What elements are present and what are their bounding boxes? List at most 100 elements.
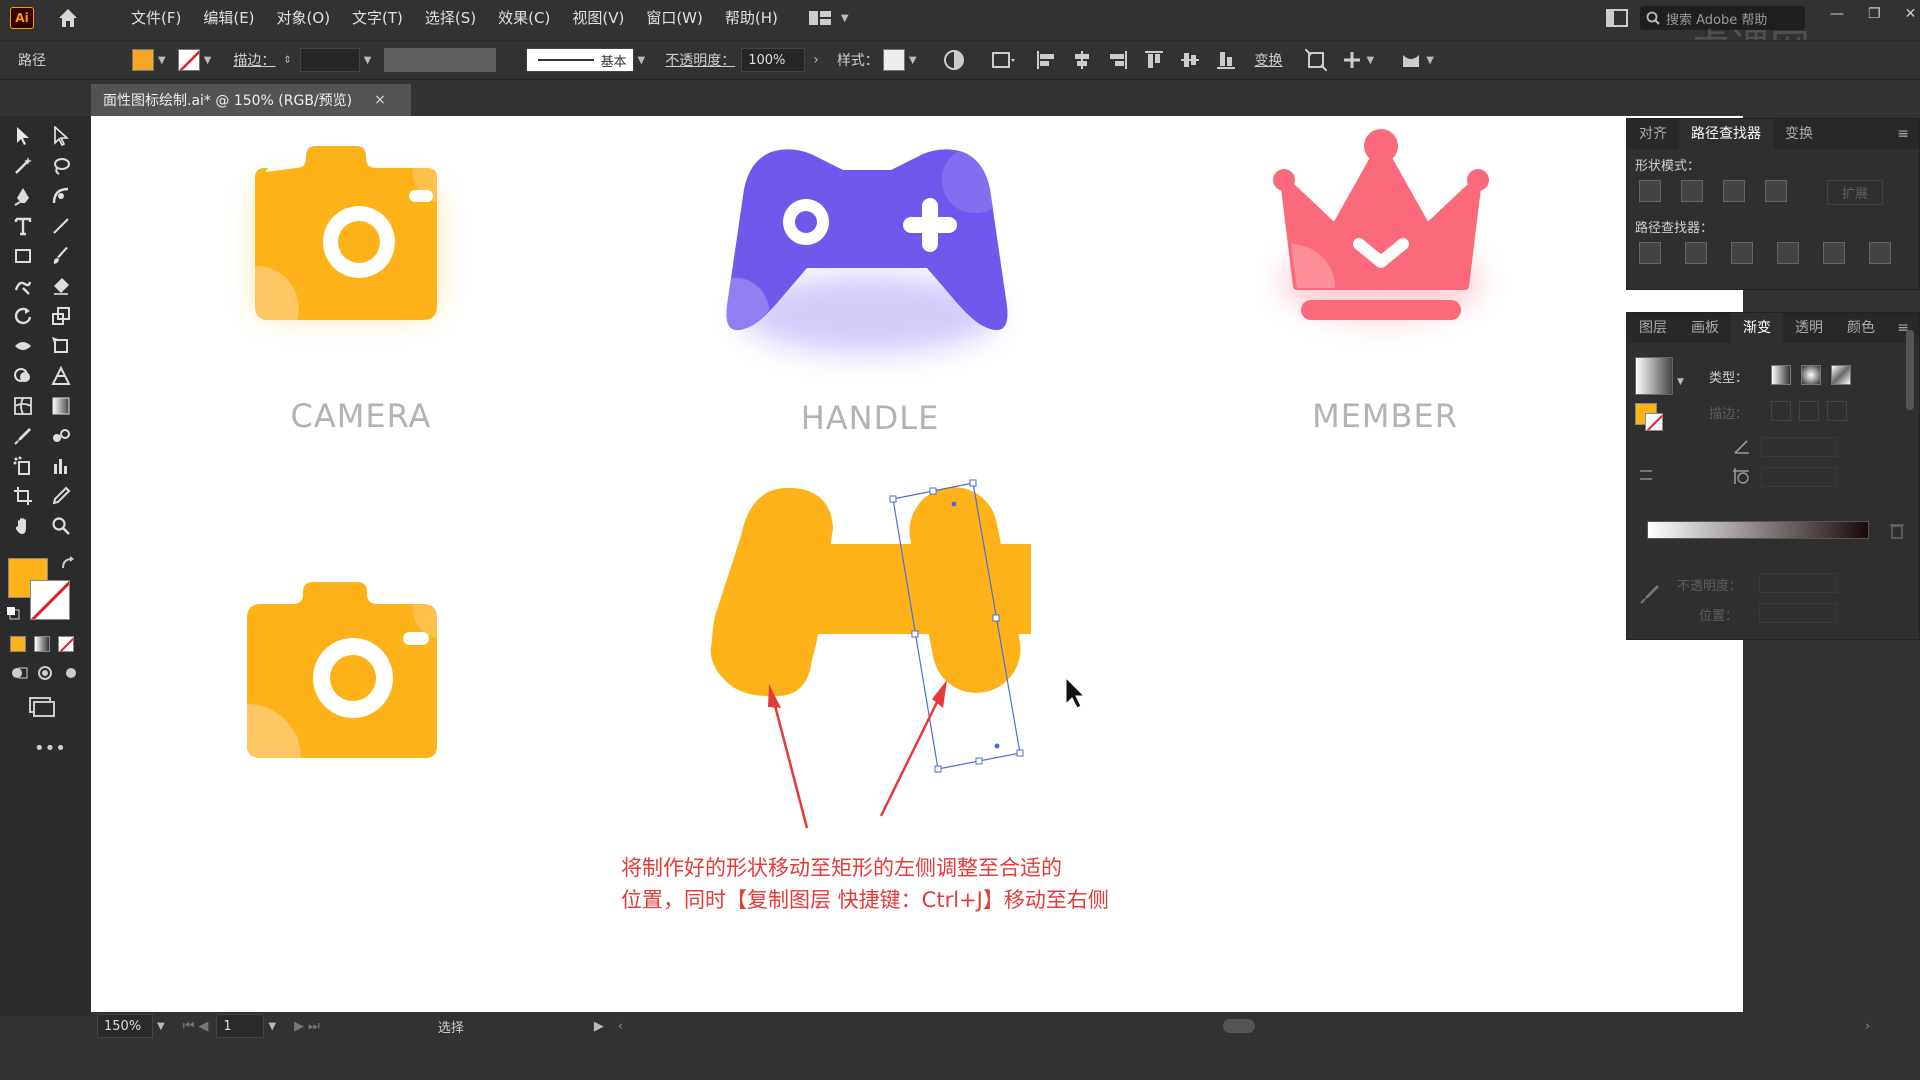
gamepad-construction[interactable] (710, 480, 1031, 701)
menu-type[interactable]: 文字(T) (341, 0, 414, 36)
panel-menu-icon[interactable]: ≡ (1897, 126, 1909, 142)
minus-front-icon[interactable] (1681, 180, 1703, 202)
stroke-color-swatch[interactable] (30, 580, 70, 620)
arrange-documents-icon[interactable] (1606, 9, 1628, 27)
symbol-sprayer-tool-icon[interactable] (8, 454, 38, 478)
linear-gradient-icon[interactable] (1771, 365, 1791, 385)
rectangle-tool-icon[interactable] (8, 244, 38, 268)
opacity-label[interactable]: 不透明度： (665, 50, 735, 70)
swap-fill-stroke-icon[interactable] (60, 556, 76, 572)
draw-behind-icon[interactable] (36, 664, 54, 682)
column-graph-tool-icon[interactable] (46, 454, 76, 478)
chevron-down-icon[interactable]: ▼ (157, 1021, 165, 1032)
align-top-icon[interactable] (1143, 49, 1165, 71)
magic-wand-tool-icon[interactable] (8, 154, 38, 178)
gradient-preview-swatch[interactable] (1635, 357, 1673, 395)
tab-layers[interactable]: 图层 (1627, 313, 1679, 343)
tab-artboards[interactable]: 画板 (1679, 313, 1731, 343)
selection-tool-icon[interactable] (8, 124, 38, 148)
intersect-icon[interactable] (1723, 180, 1745, 202)
gradient-slider[interactable] (1647, 521, 1869, 539)
variable-width-profile[interactable] (383, 48, 496, 72)
blend-tool-icon[interactable] (46, 424, 76, 448)
screen-mode-icon[interactable] (28, 696, 56, 718)
tab-transparency[interactable]: 透明 (1783, 313, 1835, 343)
close-window-icon[interactable]: ✕ (1905, 6, 1917, 22)
crop-icon[interactable] (1777, 242, 1799, 264)
artboard-tool-icon[interactable] (8, 484, 38, 508)
envelope-distort-icon[interactable] (1400, 49, 1422, 71)
chevron-down-icon[interactable]: ▼ (638, 55, 646, 66)
scroll-right-icon[interactable]: › (1865, 1019, 1870, 1034)
chevron-down-icon[interactable]: ▼ (1677, 377, 1684, 387)
scale-tool-icon[interactable] (46, 304, 76, 328)
status-menu-arrow-icon[interactable]: ▶ (594, 1019, 604, 1034)
menu-edit[interactable]: 编辑(E) (192, 0, 265, 36)
camera-icon-copy[interactable] (247, 582, 437, 758)
trim-icon[interactable] (1685, 242, 1707, 264)
chevron-down-icon[interactable]: ▼ (1367, 55, 1375, 66)
chevron-right-icon[interactable]: › (813, 52, 819, 68)
chevron-down-icon[interactable]: ▼ (909, 55, 917, 66)
draw-normal-icon[interactable] (10, 664, 28, 682)
stroke-across-icon[interactable] (1827, 401, 1847, 421)
zoom-level-input[interactable]: 150% (97, 1014, 153, 1038)
angle-input[interactable] (1761, 437, 1837, 457)
gradient-mode-icon[interactable] (34, 636, 50, 652)
minimize-icon[interactable]: — (1830, 6, 1844, 22)
align-left-icon[interactable] (1035, 49, 1057, 71)
isolate-icon[interactable] (1304, 49, 1327, 71)
unite-icon[interactable] (1639, 180, 1661, 202)
home-icon[interactable] (56, 6, 80, 30)
align-vertical-center-icon[interactable] (1179, 49, 1201, 71)
stroke-label[interactable]: 描边： (233, 50, 275, 70)
type-tool-icon[interactable] (8, 214, 38, 238)
gradient-stroke-swatch[interactable] (1645, 413, 1663, 431)
chevron-down-icon[interactable]: ▼ (364, 55, 372, 66)
fill-swatch[interactable] (132, 49, 154, 71)
shape-builder-tool-icon[interactable] (8, 364, 38, 388)
artboard-number-input[interactable]: 1 (216, 1014, 265, 1038)
workspace-switcher[interactable]: ▼ (808, 10, 849, 26)
brush-definition[interactable]: 基本 (525, 48, 634, 72)
stop-opacity-input[interactable] (1759, 573, 1837, 593)
reverse-gradient-icon[interactable] (1637, 465, 1657, 485)
divide-icon[interactable] (1639, 242, 1661, 264)
rotate-tool-icon[interactable] (8, 304, 38, 328)
align-bottom-icon[interactable] (1215, 49, 1237, 71)
eyedropper-tool-icon[interactable] (8, 424, 38, 448)
stroke-within-icon[interactable] (1771, 401, 1791, 421)
zoom-tool-icon[interactable] (46, 514, 76, 538)
line-segment-tool-icon[interactable] (46, 214, 76, 238)
horizontal-scroll-thumb[interactable] (1223, 1019, 1256, 1033)
minus-back-icon[interactable] (1869, 242, 1891, 264)
delete-stop-icon[interactable] (1889, 521, 1905, 539)
scroll-left-icon[interactable]: ‹ (618, 1019, 623, 1034)
direct-selection-tool-icon[interactable] (46, 124, 76, 148)
chevron-down-icon[interactable]: ▼ (204, 55, 212, 66)
stroke-swatch[interactable] (177, 49, 200, 71)
shaper-tool-icon[interactable] (8, 274, 38, 298)
color-mode-icon[interactable] (10, 636, 26, 652)
shape-icon[interactable] (991, 49, 1017, 71)
puppet-warp-icon[interactable] (1341, 49, 1363, 71)
chevron-down-icon[interactable]: ▼ (268, 1021, 276, 1032)
align-right-icon[interactable] (1107, 49, 1129, 71)
opacity-input[interactable]: 100% (741, 48, 806, 72)
menu-help[interactable]: 帮助(H) (714, 0, 789, 36)
hand-tool-icon[interactable] (8, 514, 38, 538)
aspect-ratio-input[interactable] (1761, 467, 1837, 487)
exclude-icon[interactable] (1765, 180, 1787, 202)
camera-icon[interactable] (255, 146, 437, 320)
radial-gradient-icon[interactable] (1801, 365, 1821, 385)
artboard-first-prev-icon[interactable]: ⏮◀ (183, 1019, 213, 1034)
stroke-weight-stepper[interactable]: ⇕ (283, 55, 291, 66)
default-fill-stroke-icon[interactable] (6, 606, 20, 620)
artboard-next-last-icon[interactable]: ▶⏭ (294, 1019, 324, 1034)
menu-window[interactable]: 窗口(W) (635, 0, 714, 36)
none-mode-icon[interactable] (58, 636, 74, 652)
menu-object[interactable]: 对象(O) (266, 0, 342, 36)
chevron-down-icon[interactable]: ▼ (158, 55, 166, 66)
tab-color[interactable]: 颜色 (1835, 313, 1887, 343)
pen-tool-icon[interactable] (8, 184, 38, 208)
